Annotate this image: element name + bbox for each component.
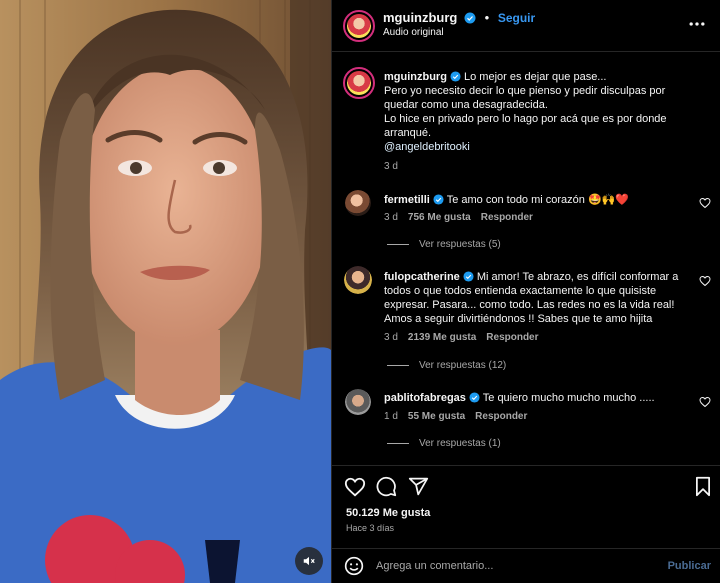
view-replies-label: Ver respuestas (5): [419, 239, 501, 250]
post-panel: mguinzburg • Seguir Audio original mguin…: [331, 0, 720, 583]
comment-meta: 1 d 55 Me gusta Responder: [384, 411, 537, 422]
emoji-icon[interactable]: [344, 556, 364, 576]
view-replies[interactable]: Ver respuestas (12): [387, 360, 506, 371]
comment-likes[interactable]: 756 Me gusta: [408, 212, 471, 223]
likes-count[interactable]: 50.129 Me gusta: [346, 507, 430, 519]
comment-avatar[interactable]: [345, 389, 371, 415]
comment-icon[interactable]: [376, 476, 397, 497]
mute-button[interactable]: [295, 547, 323, 575]
heart-icon[interactable]: [699, 396, 711, 408]
action-bar: [332, 465, 720, 505]
share-icon[interactable]: [408, 476, 429, 497]
video-player[interactable]: [0, 0, 331, 583]
view-replies[interactable]: Ver respuestas (1): [387, 438, 501, 449]
save-icon[interactable]: [694, 476, 712, 497]
audio-link[interactable]: Audio original: [383, 27, 444, 38]
heart-icon[interactable]: [699, 197, 711, 209]
comment-username[interactable]: pablitofabregas: [384, 392, 466, 404]
caption-line-2: Pero yo necesito decir lo que pienso y p…: [384, 85, 666, 111]
reply-button[interactable]: Responder: [486, 332, 538, 343]
comment-2: fulopcatherine Mi amor! Te abrazo, es di…: [384, 270, 682, 326]
mute-icon: [303, 556, 315, 566]
replies-line: [387, 442, 409, 444]
comment-bar: Publicar: [332, 548, 720, 583]
verified-icon: [433, 194, 444, 205]
comment-avatar[interactable]: [344, 266, 372, 294]
caption: mguinzburg Lo mejor es dejar que pase...…: [384, 70, 684, 154]
follow-button[interactable]: Seguir: [498, 11, 535, 25]
comment-meta: 3 d 2139 Me gusta Responder: [384, 332, 549, 343]
caption-line-3: Lo hice en privado pero lo hago por acá …: [384, 113, 667, 139]
comment-likes[interactable]: 2139 Me gusta: [408, 332, 476, 343]
caption-time[interactable]: 3 d: [384, 161, 398, 172]
comment-1: fermetilli Te amo con todo mi corazón 🤩🙌…: [384, 193, 684, 207]
reply-button[interactable]: Responder: [475, 411, 527, 422]
comment-input[interactable]: [376, 555, 656, 577]
comment-text: Te quiero mucho mucho mucho .....: [482, 392, 655, 404]
comment-time[interactable]: 1 d: [384, 411, 398, 422]
post-header: mguinzburg • Seguir Audio original: [332, 0, 720, 52]
comment-meta: 3 d 756 Me gusta Responder: [384, 212, 543, 223]
comment-3: pablitofabregas Te quiero mucho mucho mu…: [384, 391, 684, 405]
replies-line: [387, 243, 409, 245]
verified-icon: [463, 271, 474, 282]
comment-time[interactable]: 3 d: [384, 212, 398, 223]
comment-likes[interactable]: 55 Me gusta: [408, 411, 465, 422]
publish-button[interactable]: Publicar: [668, 560, 711, 572]
comment-text: Te amo con todo mi corazón 🤩🙌❤️: [446, 194, 630, 206]
author-avatar[interactable]: [343, 10, 375, 42]
caption-username[interactable]: mguinzburg: [384, 71, 447, 83]
verified-icon: [450, 71, 461, 82]
header-separator: •: [484, 10, 490, 25]
comment-username[interactable]: fermetilli: [384, 194, 430, 206]
view-replies-label: Ver respuestas (1): [419, 438, 501, 449]
verified-icon: [469, 392, 480, 403]
verified-icon: [464, 12, 476, 24]
comment-username[interactable]: fulopcatherine: [384, 271, 460, 283]
caption-mention[interactable]: @angeldebritooki: [384, 141, 470, 153]
view-replies-label: Ver respuestas (12): [419, 360, 507, 371]
replies-line: [387, 364, 409, 366]
comment-avatar[interactable]: [345, 190, 371, 216]
heart-icon[interactable]: [344, 476, 366, 498]
heart-icon[interactable]: [699, 275, 711, 287]
caption-avatar[interactable]: [343, 67, 375, 99]
header-user-line: mguinzburg • Seguir: [383, 10, 535, 25]
caption-line-1: Lo mejor es dejar que pase...: [464, 71, 607, 83]
more-icon[interactable]: [687, 14, 707, 34]
reply-button[interactable]: Responder: [481, 212, 533, 223]
view-replies[interactable]: Ver respuestas (5): [387, 239, 501, 250]
post-date: Hace 3 días: [346, 523, 395, 533]
comment-time[interactable]: 3 d: [384, 332, 398, 343]
video-frame: [0, 0, 331, 583]
header-username[interactable]: mguinzburg: [383, 10, 457, 25]
